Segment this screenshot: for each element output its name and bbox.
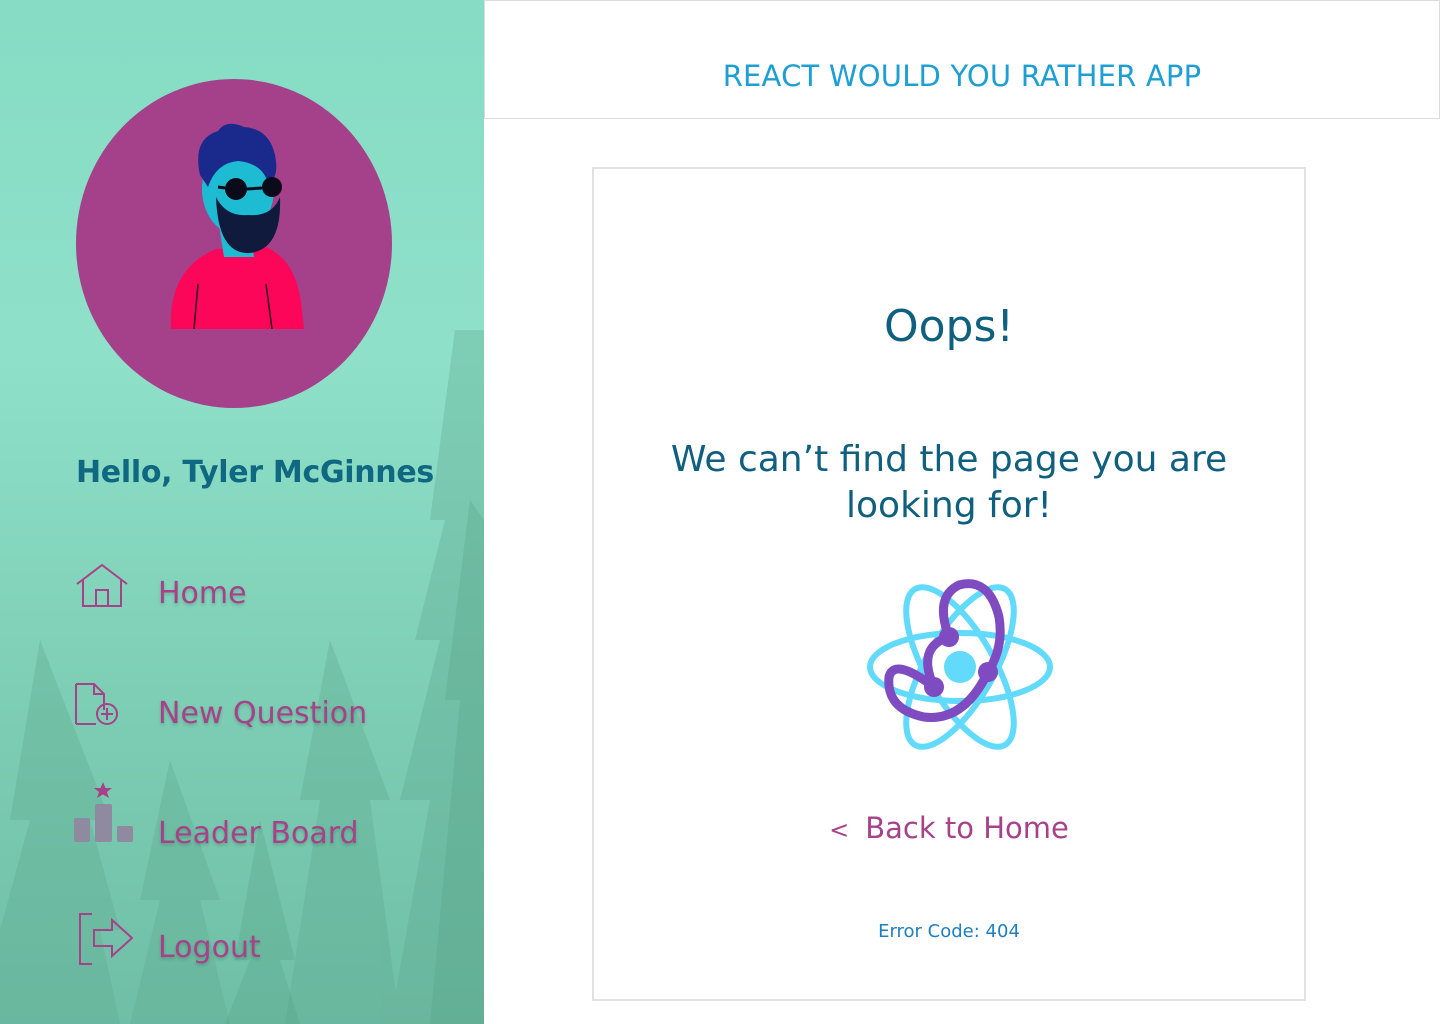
avatar <box>76 79 392 408</box>
error-heading: Oops! <box>883 301 1015 352</box>
nav-item-logout[interactable]: Logout <box>74 910 454 980</box>
nav-label-home: Home <box>158 576 247 611</box>
app-header: REACT WOULD YOU RATHER APP <box>484 0 1440 119</box>
leaderboard-icon <box>74 782 133 842</box>
app-title: REACT WOULD YOU RATHER APP <box>722 59 1202 93</box>
back-to-home-label: Back to Home <box>865 811 1069 845</box>
error-message: We can’t find the page you are looking f… <box>670 439 1228 526</box>
nav-item-leader-board[interactable]: Leader Board <box>74 780 454 851</box>
nav-item-home[interactable]: Home <box>74 560 454 630</box>
nav-label-new-question: New Question <box>158 696 368 731</box>
nav-label-leader-board: Leader Board <box>158 816 359 851</box>
greeting: Hello, Tyler McGinnes <box>76 455 434 490</box>
not-found-card: Oops! We can’t find the page you are loo… <box>592 167 1306 1001</box>
sidebar: Hello, Tyler McGinnes Home New Question … <box>0 0 484 1024</box>
nav-item-new-question[interactable]: New Question <box>74 680 454 750</box>
chevron-left-icon: < <box>829 816 850 844</box>
home-icon <box>76 563 128 607</box>
error-code: Error Code: 404 <box>878 921 1020 942</box>
logout-icon <box>79 913 134 965</box>
back-to-home-link[interactable]: < Back to Home <box>594 811 1304 845</box>
nav-label-logout: Logout <box>158 930 261 965</box>
new-document-icon <box>75 683 118 725</box>
react-atom-icon <box>867 579 1053 750</box>
